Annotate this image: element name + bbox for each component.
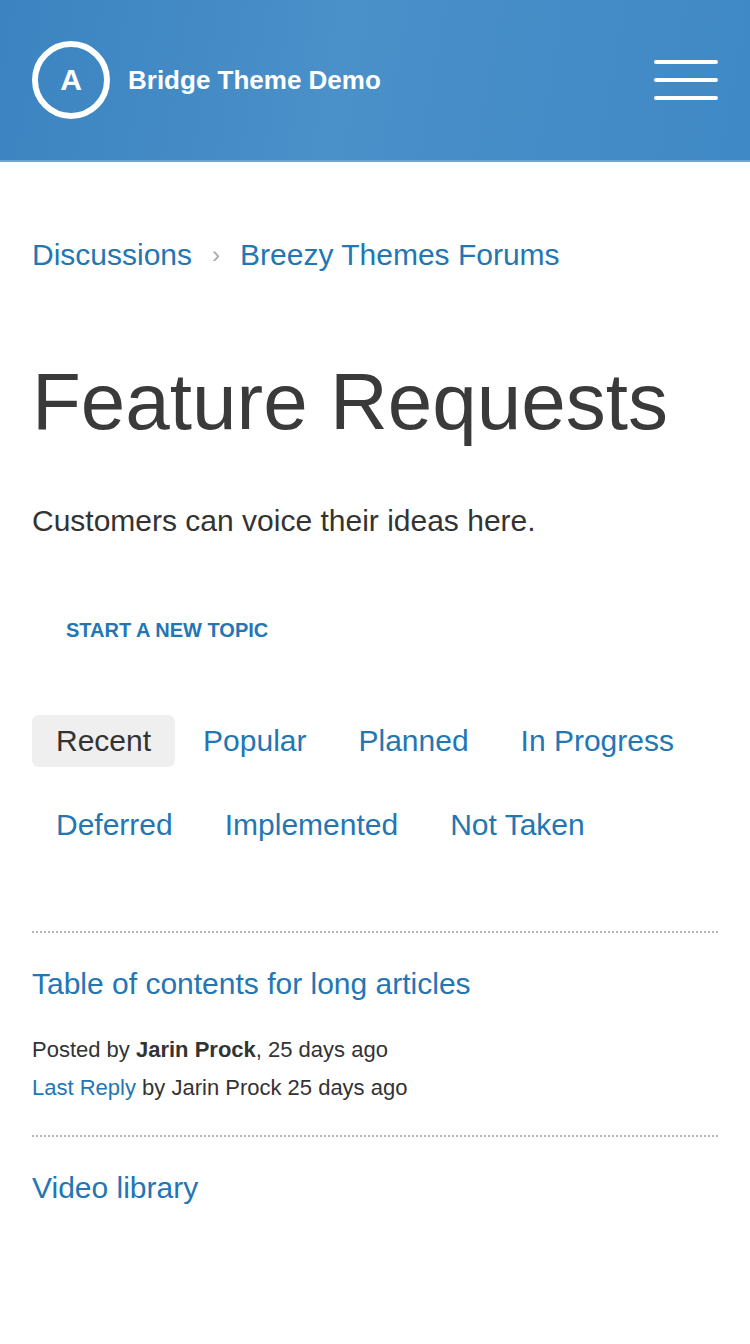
page-description: Customers can voice their ideas here.	[32, 503, 718, 539]
posted-line: Posted by Jarin Prock, 25 days ago	[32, 1031, 718, 1069]
filter-tab[interactable]: Recent	[32, 715, 175, 767]
site-title[interactable]: Bridge Theme Demo	[128, 65, 381, 96]
breadcrumb-link[interactable]: Discussions	[32, 237, 192, 273]
filter-tab[interactable]: Popular	[179, 715, 330, 767]
page-title: Feature Requests	[32, 354, 718, 450]
author-name: Jarin Prock	[136, 1037, 256, 1062]
breadcrumb-link[interactable]: Breezy Themes Forums	[240, 237, 560, 273]
filter-tab[interactable]: Deferred	[32, 799, 197, 851]
topic-title[interactable]: Video library	[32, 1169, 718, 1207]
menu-line-icon	[654, 60, 718, 64]
menu-button[interactable]	[654, 60, 718, 100]
menu-line-icon	[654, 96, 718, 100]
last-reply-line: Last Reply by Jarin Prock 25 days ago	[32, 1069, 718, 1107]
filter-tab[interactable]: Implemented	[201, 799, 422, 851]
logo-icon[interactable]: A	[32, 41, 110, 119]
filter-tabs: RecentPopularPlannedIn Progress DeferredI…	[32, 715, 718, 851]
content: Discussions › Breezy Themes Forums Feature …	[0, 237, 750, 1275]
filter-tab[interactable]: In Progress	[497, 715, 698, 767]
breadcrumb-separator: ›	[212, 237, 220, 273]
topic-row: Video library	[32, 1135, 718, 1235]
menu-line-icon	[654, 78, 718, 82]
last-reply-link[interactable]: Last Reply	[32, 1075, 136, 1100]
topic-title[interactable]: Table of contents for long articles	[32, 965, 718, 1003]
new-topic-button[interactable]: START A NEW TOPIC	[32, 618, 302, 642]
filter-tab[interactable]: Not Taken	[426, 799, 609, 851]
site-header: A Bridge Theme Demo	[0, 0, 750, 162]
brand[interactable]: A Bridge Theme Demo	[32, 41, 381, 119]
topic-meta: Posted by Jarin Prock, 25 days agoLast R…	[32, 1031, 718, 1107]
topic-list: Table of contents for long articles Poste…	[32, 931, 718, 1235]
breadcrumbs: Discussions › Breezy Themes Forums	[32, 237, 718, 273]
topic-row: Table of contents for long articles Poste…	[32, 931, 718, 1135]
filter-tab[interactable]: Planned	[334, 715, 492, 767]
